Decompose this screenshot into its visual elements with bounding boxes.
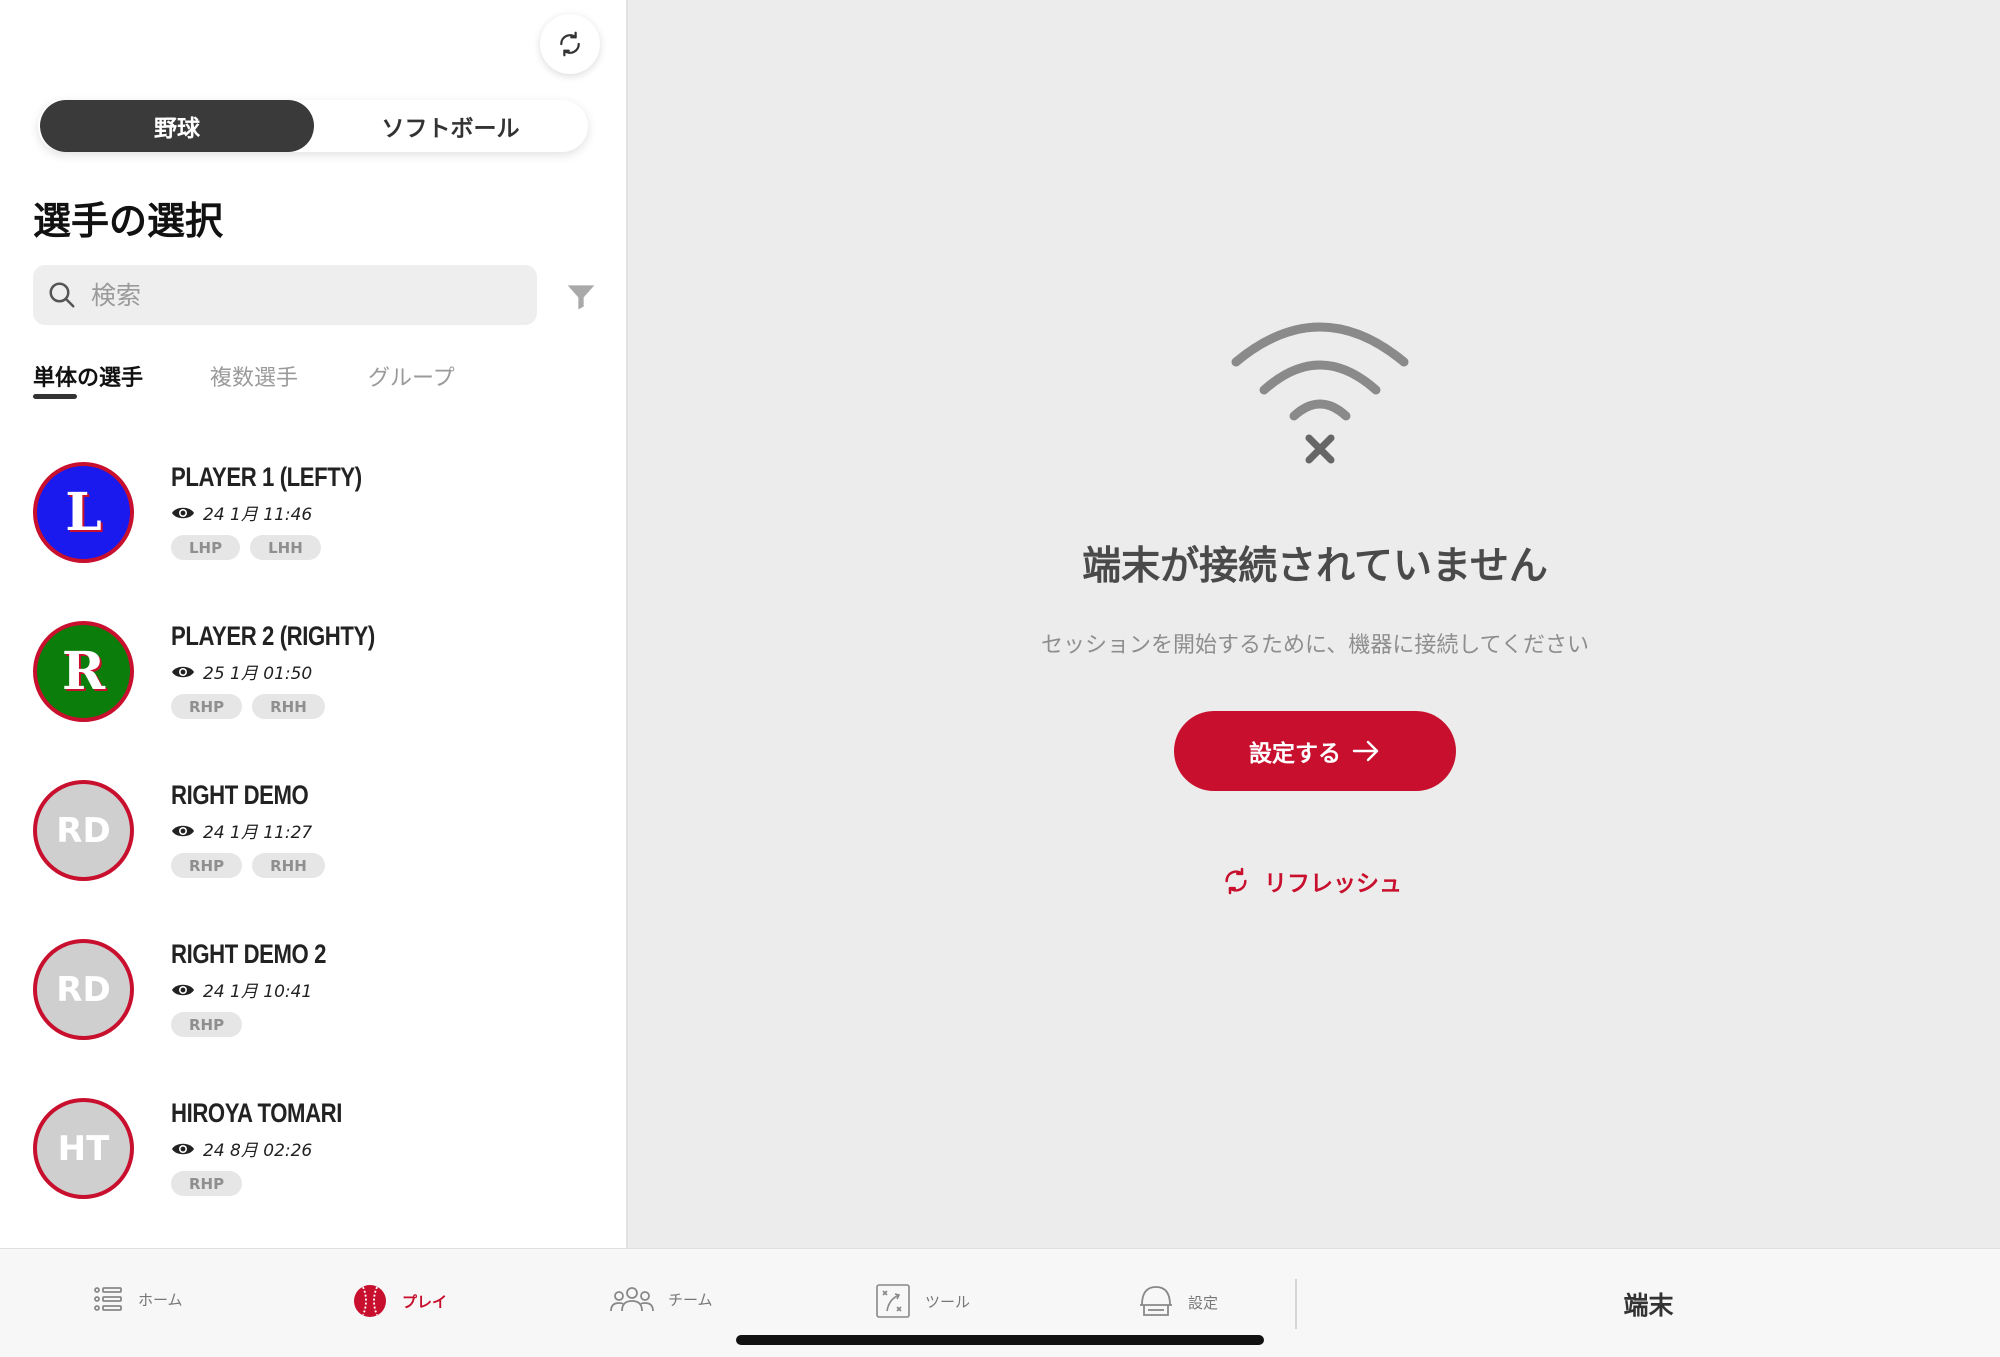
player-row[interactable]: RD RIGHT DEMO 2 24 1月 10:41 RHP — [33, 939, 593, 1049]
player-name: RIGHT DEMO — [171, 780, 309, 810]
eye-icon — [172, 666, 194, 677]
nav-team-label: チーム — [668, 1290, 713, 1309]
nav-home[interactable]: ホーム — [92, 1283, 183, 1315]
setup-button[interactable]: 設定する — [1174, 711, 1456, 791]
tab-multiple-players[interactable]: 複数選手 — [210, 360, 298, 392]
last-viewed: 24 1月 11:27 — [171, 818, 312, 843]
badge-pitching-hand: RHP — [171, 853, 243, 878]
last-viewed: 24 1月 11:46 — [171, 500, 312, 525]
wifi-disconnected-icon — [1231, 322, 1409, 464]
last-viewed: 25 1月 01:50 — [171, 659, 312, 684]
sport-option-baseball[interactable]: 野球 — [40, 100, 314, 152]
last-viewed-date: 24 1月 11:27 — [203, 823, 313, 843]
avatar: L — [33, 462, 134, 563]
player-badges: LHP LHH — [171, 535, 331, 560]
last-viewed-date: 24 1月 10:41 — [203, 982, 313, 1002]
avatar-text: L — [65, 482, 102, 543]
badge-batting-hand: RHH — [252, 853, 325, 878]
badge-pitching-hand: RHP — [171, 694, 243, 719]
device-connection-panel: 端末が接続されていません セッションを開始するために、機器に接続してください 設… — [630, 0, 2000, 1248]
nav-device[interactable]: 端末 — [1297, 1249, 2000, 1357]
avatar-text: RD — [56, 810, 111, 851]
player-badges: RHP RHH — [171, 853, 335, 878]
nav-settings[interactable]: 設定 — [1138, 1283, 1218, 1321]
sport-option-softball[interactable]: ソフトボール — [313, 100, 588, 152]
badge-pitching-hand: LHP — [171, 535, 241, 560]
player-name: RIGHT DEMO 2 — [171, 939, 326, 969]
search-icon — [49, 282, 75, 308]
badge-batting-hand: LHH — [250, 535, 321, 560]
last-viewed-date: 24 8月 02:26 — [203, 1141, 313, 1161]
nav-team[interactable]: チーム — [610, 1283, 713, 1315]
refresh-label: リフレッシュ — [1264, 871, 1402, 897]
player-name: HIROYA TOMARI — [171, 1098, 342, 1128]
nav-settings-label: 設定 — [1188, 1293, 1219, 1312]
avatar: R — [33, 621, 134, 722]
player-row[interactable]: R PLAYER 2 (RIGHTY) 25 1月 01:50 RHP RHH — [33, 621, 593, 731]
last-viewed: 24 1月 10:41 — [171, 977, 312, 1002]
helmet-icon — [1140, 1286, 1172, 1316]
avatar-text: RD — [56, 969, 111, 1010]
badge-pitching-hand: RHP — [171, 1171, 243, 1196]
team-icon — [610, 1287, 654, 1312]
player-name: PLAYER 2 (RIGHTY) — [171, 621, 375, 651]
refresh-icon — [1225, 867, 1247, 895]
player-badges: RHP RHH — [171, 694, 335, 719]
filter-button[interactable] — [565, 280, 597, 312]
badge-pitching-hand: RHP — [171, 1012, 243, 1037]
playbook-icon — [876, 1284, 910, 1318]
nav-tools[interactable]: ツール — [875, 1283, 970, 1319]
avatar: HT — [33, 1098, 134, 1199]
arrow-right-icon — [1352, 740, 1379, 762]
home-indicator — [736, 1335, 1264, 1345]
player-row[interactable]: L PLAYER 1 (LEFTY) 24 1月 11:46 LHP LHH — [33, 462, 593, 572]
eye-icon — [172, 825, 194, 836]
player-name: PLAYER 1 (LEFTY) — [171, 462, 362, 492]
last-viewed-date: 24 1月 11:46 — [203, 505, 313, 525]
baseball-icon — [354, 1285, 386, 1317]
tab-group[interactable]: グループ — [368, 360, 455, 392]
player-row[interactable]: RD RIGHT DEMO 24 1月 11:27 RHP RHH — [33, 780, 593, 890]
nav-play-label: プレイ — [402, 1292, 448, 1311]
badge-batting-hand: RHH — [252, 694, 325, 719]
nav-play[interactable]: プレイ — [352, 1283, 447, 1319]
no-device-title: 端末が接続されていません — [1082, 544, 1548, 589]
filter-icon — [567, 285, 595, 310]
eye-icon — [172, 507, 194, 518]
nav-home-label: ホーム — [138, 1290, 183, 1309]
refresh-link[interactable]: リフレッシュ — [1220, 864, 1402, 898]
tab-single-player[interactable]: 単体の選手 — [33, 360, 143, 392]
eye-icon — [172, 984, 194, 995]
sport-toggle: 野球 ソフトボール — [38, 100, 588, 152]
avatar: RD — [33, 780, 134, 881]
player-row[interactable]: HT HIROYA TOMARI 24 8月 02:26 RHP — [33, 1098, 593, 1208]
sync-button[interactable] — [540, 14, 600, 74]
list-icon — [94, 1287, 122, 1311]
search-bar — [33, 265, 537, 325]
avatar-text: R — [61, 641, 106, 702]
player-badges: RHP — [171, 1171, 252, 1196]
no-device-description: セッションを開始するために、機器に接続してください — [1040, 633, 1590, 658]
sync-icon — [560, 31, 580, 57]
last-viewed-date: 25 1月 01:50 — [203, 664, 313, 684]
last-viewed: 24 8月 02:26 — [171, 1136, 312, 1161]
player-selection-panel: 野球 ソフトボール 選手の選択 単体の選手 複数選手 グループ L PLAYER… — [0, 0, 628, 1248]
page-title: 選手の選択 — [33, 199, 224, 243]
tab-active-indicator — [33, 394, 77, 399]
avatar-text: HT — [57, 1128, 110, 1169]
player-badges: RHP — [171, 1012, 252, 1037]
nav-tools-label: ツール — [925, 1292, 971, 1311]
setup-button-label: 設定する — [1249, 740, 1341, 766]
avatar: RD — [33, 939, 134, 1040]
eye-icon — [172, 1143, 194, 1154]
search-input[interactable] — [91, 280, 511, 310]
